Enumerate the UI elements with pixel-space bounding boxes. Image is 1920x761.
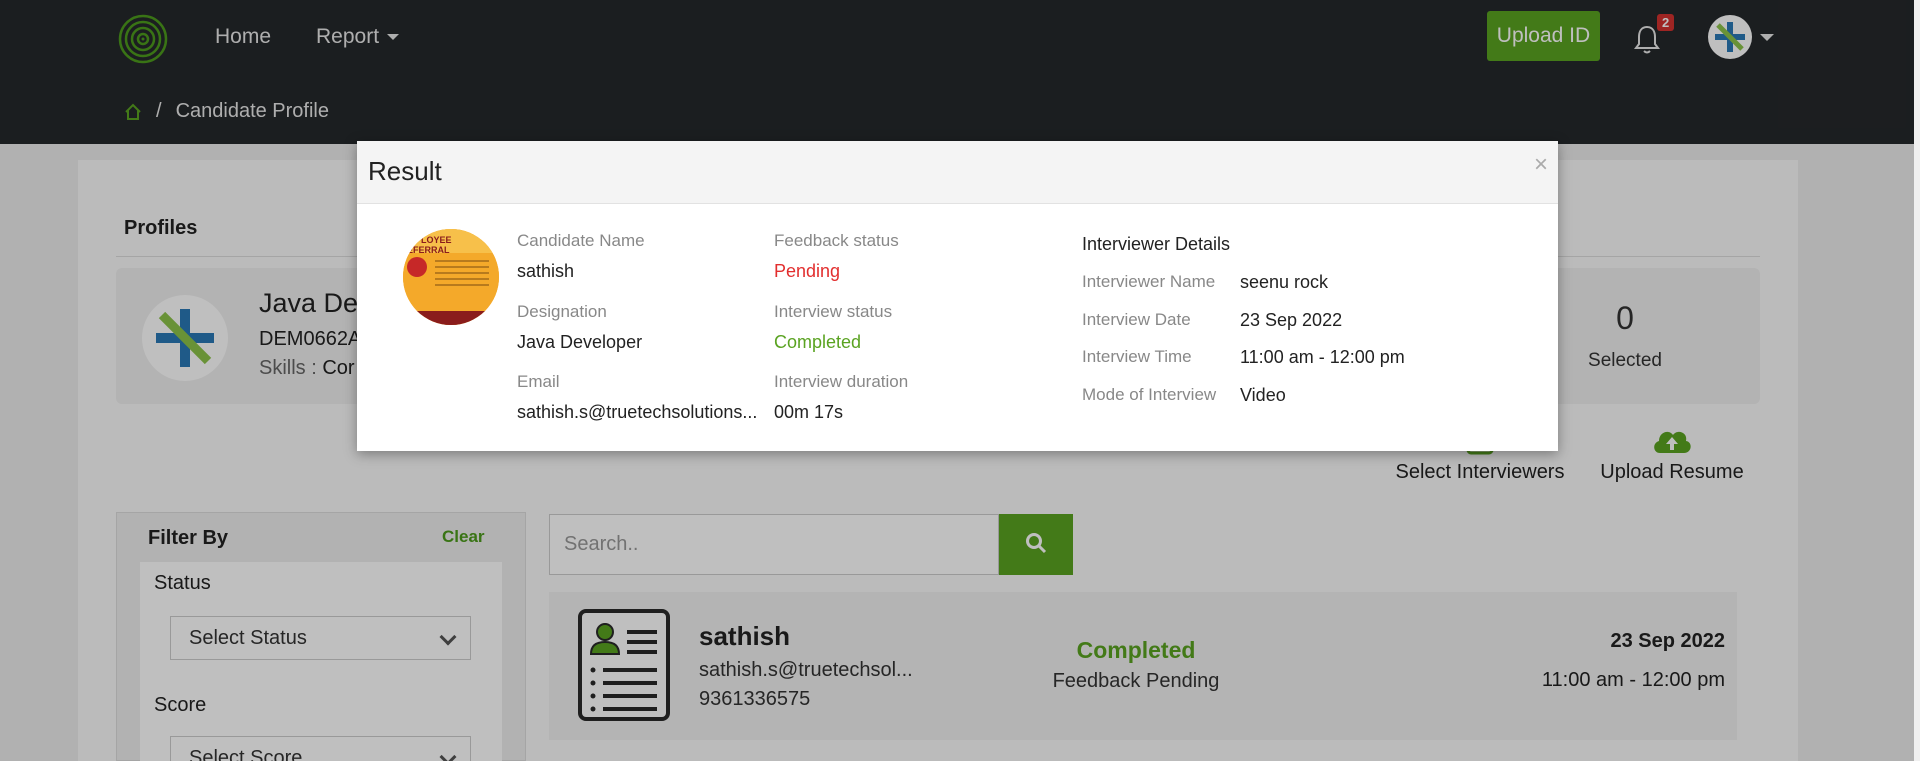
close-icon[interactable]: × [1534, 151, 1548, 179]
candidate-name-value: sathish [517, 261, 575, 281]
mode-of-interview-label: Mode of Interview [1082, 385, 1217, 404]
email-value: sathish.s@truetechsolutions... [517, 402, 758, 422]
feedback-status-value: Pending [774, 261, 841, 281]
photo-text-1: LOYEE [421, 235, 452, 245]
interview-date-label: Interview Date [1082, 310, 1191, 329]
interviewer-name-value: seenu rock [1240, 272, 1329, 292]
interviewer-details-heading: Interviewer Details [1082, 234, 1231, 254]
designation-label: Designation [517, 302, 607, 321]
interview-duration-value: 00m 17s [774, 402, 844, 422]
interview-time-label: Interview Time [1082, 347, 1192, 366]
interview-duration-label: Interview duration [774, 372, 909, 391]
modal-header: Result × [357, 141, 1558, 204]
interviewer-name-label: Interviewer Name [1082, 272, 1216, 291]
candidate-name-label: Candidate Name [517, 231, 645, 250]
result-modal: Result × LOYEE EFERRAL Candidate Name sa… [357, 141, 1558, 451]
email-label: Email [517, 372, 560, 391]
modal-title: Result [368, 156, 442, 186]
interview-status-label: Interview status [774, 302, 893, 321]
candidate-photo-image: LOYEE EFERRAL [403, 229, 499, 325]
page-scrollbar[interactable] [1914, 0, 1920, 761]
interview-date-value: 23 Sep 2022 [1240, 310, 1343, 330]
designation-value: Java Developer [517, 332, 643, 352]
photo-text-2: EFERRAL [407, 245, 450, 255]
mode-of-interview-value: Video [1240, 385, 1286, 405]
feedback-status-label: Feedback status [774, 231, 899, 250]
interview-status-value: Completed [774, 332, 862, 352]
candidate-photo: LOYEE EFERRAL [403, 229, 499, 325]
interview-time-value: 11:00 am - 12:00 pm [1240, 347, 1405, 367]
